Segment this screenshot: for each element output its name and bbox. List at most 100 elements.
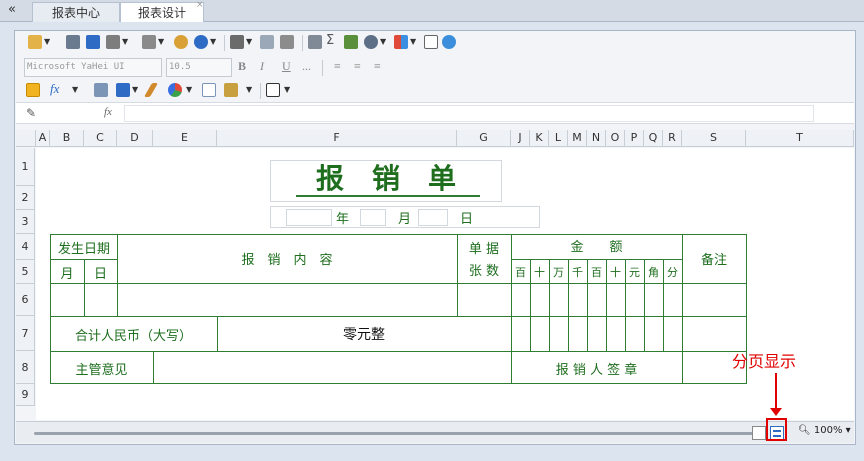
printer-setup-icon[interactable] bbox=[280, 35, 294, 49]
tab-report-design[interactable]: 报表设计 bbox=[120, 2, 204, 22]
align-left-icon[interactable]: ≡ bbox=[334, 59, 341, 74]
formula-input[interactable] bbox=[124, 105, 814, 122]
pen-icon[interactable] bbox=[143, 83, 159, 97]
picture-icon[interactable] bbox=[116, 83, 130, 97]
zoom-level[interactable]: 🔍︎ 100% ▾ bbox=[798, 425, 851, 436]
column-header[interactable]: M bbox=[568, 130, 587, 147]
font-family-select[interactable]: Microsoft YaHei UI bbox=[24, 58, 162, 77]
column-header[interactable]: E bbox=[153, 130, 217, 147]
column-header[interactable]: P bbox=[625, 130, 644, 147]
row-header[interactable]: 8 bbox=[16, 351, 35, 384]
fullscreen-icon[interactable] bbox=[424, 35, 438, 49]
signer-label: 报 销 人 签 章 bbox=[555, 363, 638, 378]
gear-icon[interactable] bbox=[364, 35, 378, 49]
search-icon[interactable] bbox=[194, 35, 208, 49]
pie-chart-icon[interactable] bbox=[168, 83, 182, 97]
amount-unit: 十 bbox=[534, 266, 545, 279]
edit-icon[interactable]: ✎ bbox=[26, 106, 36, 120]
grid-icon[interactable] bbox=[308, 35, 322, 49]
column-header[interactable]: K bbox=[530, 130, 549, 147]
date-header: 发生日期 bbox=[57, 242, 110, 257]
column-header[interactable]: A bbox=[36, 130, 50, 147]
day-field[interactable] bbox=[418, 209, 448, 226]
amount-unit: 千 bbox=[572, 266, 583, 279]
supervisor-label: 主管意见 bbox=[75, 363, 128, 378]
chevron-down-icon[interactable]: ▼ bbox=[246, 85, 252, 94]
cell-style-icon[interactable] bbox=[26, 83, 40, 97]
column-header[interactable]: N bbox=[587, 130, 606, 147]
year-field[interactable] bbox=[286, 209, 332, 226]
row-header[interactable]: 4 bbox=[16, 234, 35, 260]
brush-icon[interactable] bbox=[224, 83, 238, 97]
formula-bar: ✎ fx bbox=[16, 102, 854, 124]
image-icon[interactable] bbox=[94, 83, 108, 97]
column-header[interactable]: Q bbox=[644, 130, 663, 147]
sigma-icon[interactable]: Σ bbox=[326, 33, 334, 48]
column-header[interactable]: O bbox=[606, 130, 625, 147]
chevron-down-icon[interactable]: ▼ bbox=[246, 37, 252, 46]
save-icon[interactable] bbox=[66, 35, 80, 49]
column-header[interactable]: B bbox=[50, 130, 84, 147]
amount-unit: 元 bbox=[629, 266, 640, 279]
save-as-icon[interactable] bbox=[86, 35, 100, 49]
row-header[interactable]: 2 bbox=[16, 186, 35, 210]
print-icon[interactable] bbox=[230, 35, 244, 49]
table-line bbox=[50, 316, 747, 317]
tab-report-center[interactable]: 报表中心 bbox=[32, 2, 120, 22]
amount-header: 金 额 bbox=[570, 240, 623, 255]
month-column-header: 月 bbox=[60, 267, 74, 282]
normal-view-icon[interactable] bbox=[752, 426, 766, 440]
more-button[interactable]: ... bbox=[302, 59, 311, 74]
chevron-down-icon[interactable]: ▼ bbox=[284, 85, 290, 94]
align-right-icon[interactable]: ≡ bbox=[374, 59, 381, 74]
column-header[interactable]: F bbox=[217, 130, 457, 147]
open-folder-icon[interactable] bbox=[28, 35, 42, 49]
column-header[interactable]: J bbox=[511, 130, 530, 147]
collapse-icon[interactable]: « bbox=[8, 2, 16, 17]
select-all-corner[interactable] bbox=[16, 130, 36, 147]
underline-button[interactable]: U bbox=[282, 59, 291, 74]
column-header[interactable]: D bbox=[117, 130, 153, 147]
print-preview-icon[interactable] bbox=[260, 35, 274, 49]
font-size-select[interactable]: 10.5 bbox=[166, 58, 232, 77]
column-header[interactable]: S bbox=[682, 130, 746, 147]
palette-icon[interactable] bbox=[394, 35, 408, 49]
row-header[interactable]: 7 bbox=[16, 316, 35, 351]
row-header[interactable]: 1 bbox=[16, 148, 35, 186]
chevron-down-icon[interactable]: ▼ bbox=[122, 37, 128, 46]
chevron-down-icon[interactable]: ▼ bbox=[44, 37, 50, 46]
chevron-down-icon[interactable]: ▼ bbox=[210, 37, 216, 46]
table-icon[interactable] bbox=[202, 83, 216, 97]
doc-count-header-top: 单 据 bbox=[468, 242, 500, 257]
collapse-up-icon[interactable] bbox=[442, 35, 456, 49]
row-header[interactable]: 5 bbox=[16, 260, 35, 284]
copy-icon[interactable] bbox=[106, 35, 120, 49]
italic-button[interactable]: I bbox=[260, 59, 264, 74]
row-header[interactable]: 9 bbox=[16, 384, 35, 406]
column-header[interactable]: L bbox=[549, 130, 568, 147]
function-icon[interactable]: fx bbox=[104, 106, 112, 118]
month-field[interactable] bbox=[360, 209, 386, 226]
close-icon[interactable]: × bbox=[196, 0, 204, 10]
column-header[interactable]: T bbox=[746, 130, 854, 147]
chevron-down-icon[interactable]: ▼ bbox=[72, 85, 78, 94]
chevron-down-icon[interactable]: ▼ bbox=[186, 85, 192, 94]
undo-icon[interactable] bbox=[174, 35, 188, 49]
table-line bbox=[50, 283, 747, 284]
horizontal-scrollbar[interactable] bbox=[34, 432, 760, 435]
border-icon[interactable] bbox=[266, 83, 280, 97]
calculator-icon[interactable] bbox=[344, 35, 358, 49]
chevron-down-icon[interactable]: ▼ bbox=[158, 37, 164, 46]
chevron-down-icon[interactable]: ▼ bbox=[380, 37, 386, 46]
chevron-down-icon[interactable]: ▼ bbox=[132, 85, 138, 94]
row-header[interactable]: 6 bbox=[16, 284, 35, 316]
align-center-icon[interactable]: ≡ bbox=[354, 59, 361, 74]
function-icon[interactable]: fx bbox=[50, 81, 59, 97]
paste-icon[interactable] bbox=[142, 35, 156, 49]
column-header[interactable]: G bbox=[457, 130, 511, 147]
row-header[interactable]: 3 bbox=[16, 210, 35, 234]
bold-button[interactable]: B bbox=[238, 59, 246, 74]
column-header[interactable]: C bbox=[84, 130, 117, 147]
chevron-down-icon[interactable]: ▼ bbox=[410, 37, 416, 46]
column-header[interactable]: R bbox=[663, 130, 682, 147]
